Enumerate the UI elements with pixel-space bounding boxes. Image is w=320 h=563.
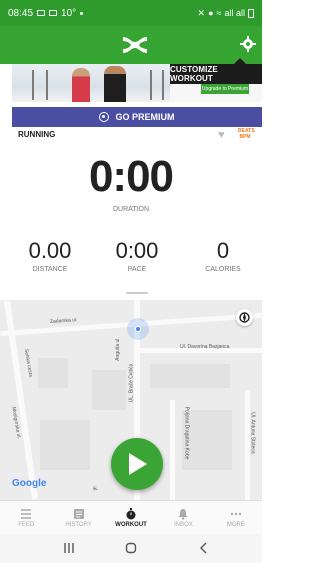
distance-label: DISTANCE — [32, 266, 68, 273]
battery-icon — [248, 8, 254, 18]
calories-value: 0 — [216, 238, 230, 263]
street-label: Poljana Dragutina Kobe — [183, 406, 190, 460]
street-label: Ul. Davorina Bazjanca — [180, 344, 230, 350]
bottom-navigation: FEED HISTORY WORKOUT INBOX MORE — [0, 500, 262, 534]
nav-history-label: HISTORY — [65, 521, 92, 528]
home-icon[interactable] — [125, 542, 137, 554]
calories-label: CALORIES — [205, 266, 241, 273]
street-label: Selska cesta — [22, 348, 34, 378]
message-icon — [49, 10, 58, 16]
location-icon: ● — [208, 8, 214, 18]
pace-stat: 0:00 PACE — [97, 238, 177, 273]
wifi-icon: ≈ — [216, 8, 222, 18]
gear-icon[interactable] — [240, 36, 256, 52]
distance-value: 0.00 — [28, 238, 72, 263]
nav-more-label: MORE — [226, 521, 245, 528]
status-time: 08:45 — [8, 7, 34, 19]
street-label: Zadarska ul. — [49, 317, 78, 325]
nav-history[interactable]: HISTORY — [52, 501, 104, 534]
bpm-indicator[interactable]: BEATS BPM — [238, 128, 255, 140]
feed-icon — [21, 508, 32, 519]
history-icon — [73, 508, 84, 519]
more-icon — [230, 512, 242, 515]
google-logo: Google — [12, 478, 47, 489]
nav-feed[interactable]: FEED — [0, 501, 52, 534]
current-location-icon — [135, 326, 141, 332]
play-icon — [129, 453, 147, 475]
street-label: ul. — [91, 486, 98, 492]
nav-more[interactable]: MORE — [210, 501, 262, 534]
start-workout-button[interactable] — [111, 438, 163, 490]
ad-image — [12, 64, 170, 102]
under-armour-logo-icon — [123, 37, 147, 53]
street-label: Anguša ul. — [114, 337, 121, 361]
signal-text: all all — [224, 8, 245, 18]
gallery-icon — [37, 10, 46, 16]
pace-value: 0:00 — [115, 238, 159, 263]
nav-inbox-label: INBOX — [174, 521, 193, 528]
back-icon[interactable] — [198, 542, 210, 554]
bpm-bottom: BPM — [239, 134, 251, 140]
heart-icon[interactable]: ♥ — [218, 130, 230, 141]
duration-value: 0:00 — [88, 152, 174, 201]
status-temp: 10° — [61, 7, 77, 19]
status-bar: 08:45 10° ✕ ● ≈ all all — [0, 0, 262, 26]
nav-inbox[interactable]: INBOX — [157, 501, 209, 534]
duration-label: DURATION — [112, 206, 150, 213]
calories-stat: 0 CALORIES — [183, 238, 263, 273]
street-label: Ul. Antuna Stoteca — [249, 412, 256, 454]
workout-icon — [126, 507, 136, 519]
activity-type[interactable]: RUNNING — [18, 130, 55, 139]
go-premium-label: GO PREMIUM — [115, 112, 175, 122]
mute-icon: ✕ — [197, 7, 206, 18]
system-navigation-bar — [0, 534, 262, 563]
compass-icon[interactable] — [236, 309, 253, 326]
drag-handle[interactable] — [126, 292, 148, 294]
nav-workout-label: WORKOUT — [115, 521, 147, 528]
customize-workout-tooltip[interactable]: CUSTOMIZE WORKOUT — [170, 58, 262, 84]
inbox-icon — [178, 508, 188, 520]
notification-dot-icon — [80, 11, 84, 15]
premium-icon — [99, 112, 110, 122]
distance-stat: 0.00 DISTANCE — [10, 238, 90, 273]
nav-feed-label: FEED — [18, 521, 35, 528]
recent-apps-icon[interactable] — [63, 542, 75, 554]
pace-label: PACE — [127, 266, 147, 273]
app-bar — [0, 26, 262, 64]
street-label: UL. Brače Cvitića — [128, 363, 135, 403]
go-premium-button[interactable]: GO PREMIUM — [12, 107, 262, 127]
nav-workout[interactable]: WORKOUT — [105, 501, 157, 534]
ad-cta-button[interactable]: Upgrade to Premium — [201, 83, 249, 94]
